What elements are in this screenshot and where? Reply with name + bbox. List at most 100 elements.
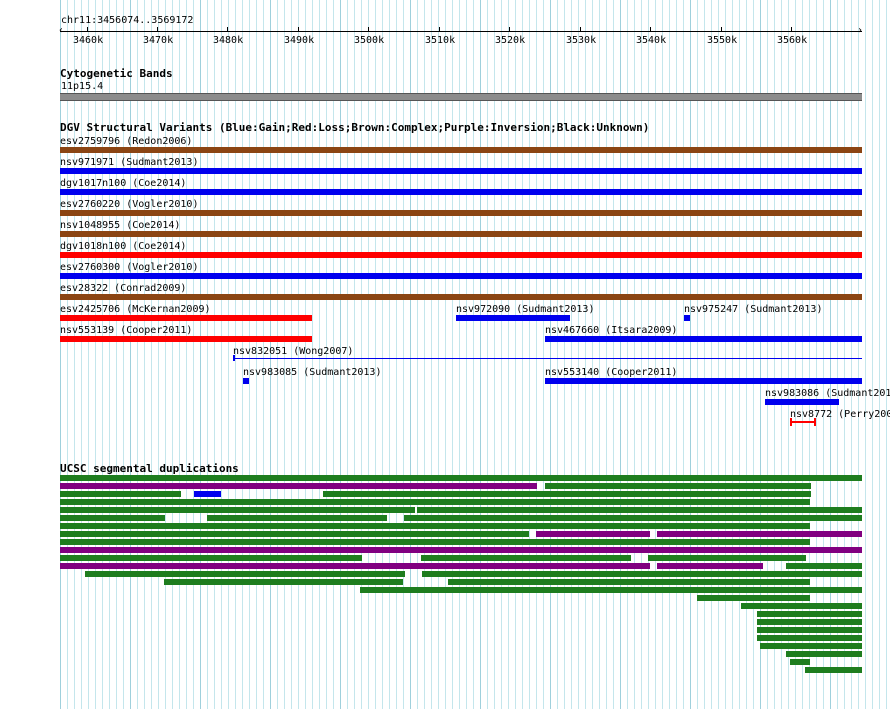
dgv-feature-bar[interactable]	[456, 315, 570, 321]
grid-line	[718, 0, 719, 709]
segdup-feature-bar[interactable]	[60, 531, 529, 537]
segdup-feature-bar[interactable]	[60, 491, 181, 497]
segdup-feature-bar[interactable]	[757, 627, 862, 633]
dgv-feature-label[interactable]: nsv553140 (Cooper2011)	[545, 367, 677, 378]
dgv-feature-bar[interactable]	[60, 315, 312, 321]
grid-line	[529, 0, 530, 709]
dgv-feature-bar[interactable]	[60, 252, 862, 258]
dgv-feature-bar[interactable]	[243, 378, 249, 384]
segdup-feature-bar[interactable]	[448, 579, 810, 585]
dgv-feature-label[interactable]: nsv553139 (Cooper2011)	[60, 325, 192, 336]
segdup-feature-bar[interactable]	[790, 659, 810, 665]
segdup-feature-bar[interactable]	[60, 475, 422, 481]
grid-line	[445, 0, 446, 709]
cytogenetic-track-title[interactable]: Cytogenetic Bands	[60, 68, 173, 80]
ruler-tick-label: 3500k	[354, 35, 385, 46]
segdup-feature-bar[interactable]	[536, 531, 650, 537]
dgv-feature-label[interactable]: dgv1018n100 (Coe2014)	[60, 241, 186, 252]
segdup-feature-bar[interactable]	[786, 563, 862, 569]
dgv-feature-label[interactable]: nsv467660 (Itsara2009)	[545, 325, 677, 336]
grid-line	[382, 0, 383, 709]
segdup-feature-bar[interactable]	[60, 515, 165, 521]
grid-line	[473, 0, 474, 709]
segdup-feature-bar[interactable]	[323, 491, 811, 497]
dgv-feature-bar[interactable]	[60, 210, 862, 216]
segdup-feature-bar[interactable]	[741, 603, 862, 609]
dgv-feature-label[interactable]: nsv1048955 (Coe2014)	[60, 220, 180, 231]
grid-line	[599, 0, 600, 709]
dgv-feature-label[interactable]: esv2760300 (Vogler2010)	[60, 262, 198, 273]
dgv-feature-bar[interactable]	[60, 147, 862, 153]
grid-line	[690, 0, 691, 709]
segdup-feature-bar[interactable]	[786, 651, 862, 657]
dgv-feature-label[interactable]: nsv975247 (Sudmant2013)	[684, 304, 822, 315]
dgv-feature-bar[interactable]	[233, 358, 862, 359]
grid-line	[74, 0, 75, 709]
ruler-tick	[439, 27, 440, 31]
segdup-feature-bar[interactable]	[60, 483, 537, 489]
dgv-feature-label[interactable]: nsv983086 (Sudmant201	[765, 388, 890, 399]
segdup-feature-bar[interactable]	[648, 555, 806, 561]
segdup-feature-bar[interactable]	[60, 547, 862, 553]
dgv-feature-bar[interactable]	[60, 336, 312, 342]
ruler-left-arrow-icon: ‹	[58, 25, 65, 36]
grid-line	[368, 0, 369, 709]
segdup-feature-bar[interactable]	[207, 515, 387, 521]
dgv-feature-label[interactable]: nsv832051 (Wong2007)	[233, 346, 353, 357]
segdup-feature-bar[interactable]	[657, 563, 763, 569]
dgv-track-title[interactable]: DGV Structural Variants (Blue:Gain;Red:L…	[60, 122, 649, 134]
dgv-feature-label[interactable]: nsv8772 (Perry200	[790, 409, 890, 420]
segdup-feature-bar[interactable]	[417, 507, 862, 513]
segdup-feature-bar[interactable]	[60, 539, 810, 545]
segdup-feature-bar[interactable]	[60, 555, 362, 561]
segdup-feature-bar[interactable]	[60, 523, 810, 529]
dgv-feature-bar[interactable]	[60, 273, 862, 279]
genome-browser-view[interactable]: chr11:3456074..3569172 ‹ › 3460k 3470k 348…	[0, 0, 890, 709]
dgv-feature-label[interactable]: esv2759796 (Redon2006)	[60, 136, 192, 147]
segdup-feature-bar[interactable]	[85, 571, 405, 577]
dgv-feature-label[interactable]: esv2425706 (McKernan2009)	[60, 304, 211, 315]
segdup-feature-bar[interactable]	[422, 571, 862, 577]
dgv-feature-bar[interactable]	[545, 336, 862, 342]
cytoband-bar[interactable]	[60, 93, 862, 101]
dgv-feature-bar[interactable]	[765, 399, 839, 405]
segdup-feature-bar[interactable]	[164, 579, 403, 585]
segdup-feature-bar[interactable]	[60, 507, 415, 513]
segdup-feature-bar[interactable]	[757, 619, 862, 625]
dgv-feature-bar[interactable]	[60, 231, 862, 237]
segdup-feature-bar[interactable]	[194, 491, 221, 497]
dgv-feature-label[interactable]: nsv971971 (Sudmant2013)	[60, 157, 198, 168]
segdup-feature-bar[interactable]	[404, 515, 862, 521]
dgv-feature-bar[interactable]	[684, 315, 690, 321]
segdup-feature-bar[interactable]	[760, 643, 862, 649]
segdup-feature-bar[interactable]	[757, 635, 862, 641]
grid-line	[214, 0, 215, 709]
ruler-tick	[368, 27, 369, 31]
dgv-feature-bar[interactable]	[60, 189, 862, 195]
dgv-feature-label[interactable]: esv2760220 (Vogler2010)	[60, 199, 198, 210]
segdup-feature-bar[interactable]	[60, 499, 810, 505]
grid-line	[60, 0, 61, 709]
dgv-feature-bar[interactable]	[790, 421, 816, 423]
segdup-feature-bar[interactable]	[757, 611, 862, 617]
grid-line	[865, 0, 866, 709]
dgv-feature-bar[interactable]	[60, 168, 862, 174]
segdup-feature-bar[interactable]	[657, 531, 862, 537]
dgv-feature-label[interactable]: nsv983085 (Sudmant2013)	[243, 367, 381, 378]
grid-line	[564, 0, 565, 709]
dgv-feature-label[interactable]: dgv1017n100 (Coe2014)	[60, 178, 186, 189]
segdup-track-title[interactable]: UCSC segmental duplications	[60, 463, 239, 475]
segdup-feature-bar[interactable]	[545, 483, 811, 489]
dgv-feature-bar[interactable]	[60, 294, 862, 300]
grid-line	[592, 0, 593, 709]
dgv-feature-label[interactable]: nsv972090 (Sudmant2013)	[456, 304, 594, 315]
segdup-feature-bar[interactable]	[697, 595, 810, 601]
dgv-feature-label[interactable]: esv28322 (Conrad2009)	[60, 283, 186, 294]
dgv-feature-bar[interactable]	[545, 378, 862, 384]
segdup-feature-bar[interactable]	[360, 587, 862, 593]
segdup-feature-bar[interactable]	[805, 667, 862, 673]
segdup-feature-bar[interactable]	[60, 563, 650, 569]
grid-line	[158, 0, 159, 709]
segdup-feature-bar[interactable]	[421, 555, 631, 561]
segdup-feature-bar[interactable]	[646, 475, 862, 481]
